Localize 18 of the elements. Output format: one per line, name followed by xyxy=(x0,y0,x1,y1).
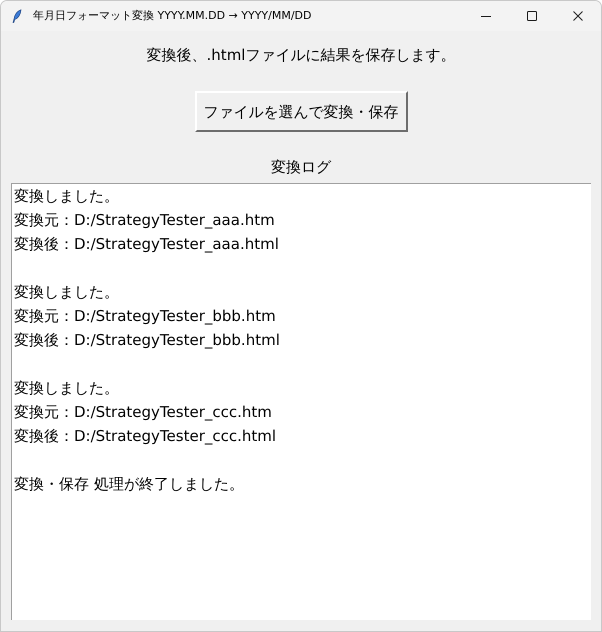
instruction-text: 変換後、.htmlファイルに結果を保存します。 xyxy=(146,45,456,66)
log-line: 変換元：D:/StrategyTester_aaa.htm xyxy=(14,210,275,231)
maximize-icon xyxy=(527,11,537,21)
log-line: 変換後：D:/StrategyTester_aaa.html xyxy=(14,234,279,255)
log-line: 変換しました。 xyxy=(14,186,119,207)
log-line: 変換・保存 処理が終了しました。 xyxy=(14,474,244,495)
log-line: 変換元：D:/StrategyTester_ccc.htm xyxy=(14,402,272,423)
log-line: 変換後：D:/StrategyTester_ccc.html xyxy=(14,426,276,447)
window-title: 年月日フォーマット変換 YYYY.MM.DD → YYYY/MM/DD xyxy=(33,8,312,24)
log-text-area[interactable] xyxy=(11,183,591,620)
log-line: 変換後：D:/StrategyTester_bbb.html xyxy=(14,330,280,351)
log-line: 変換しました。 xyxy=(14,378,119,399)
log-line: 変換元：D:/StrategyTester_bbb.htm xyxy=(14,306,276,327)
close-icon xyxy=(573,11,583,21)
feather-icon xyxy=(12,9,22,23)
log-label: 変換ログ xyxy=(271,157,331,178)
log-line: 変換しました。 xyxy=(14,282,119,303)
select-file-button[interactable]: ファイルを選んで変換・保存 xyxy=(194,91,408,132)
